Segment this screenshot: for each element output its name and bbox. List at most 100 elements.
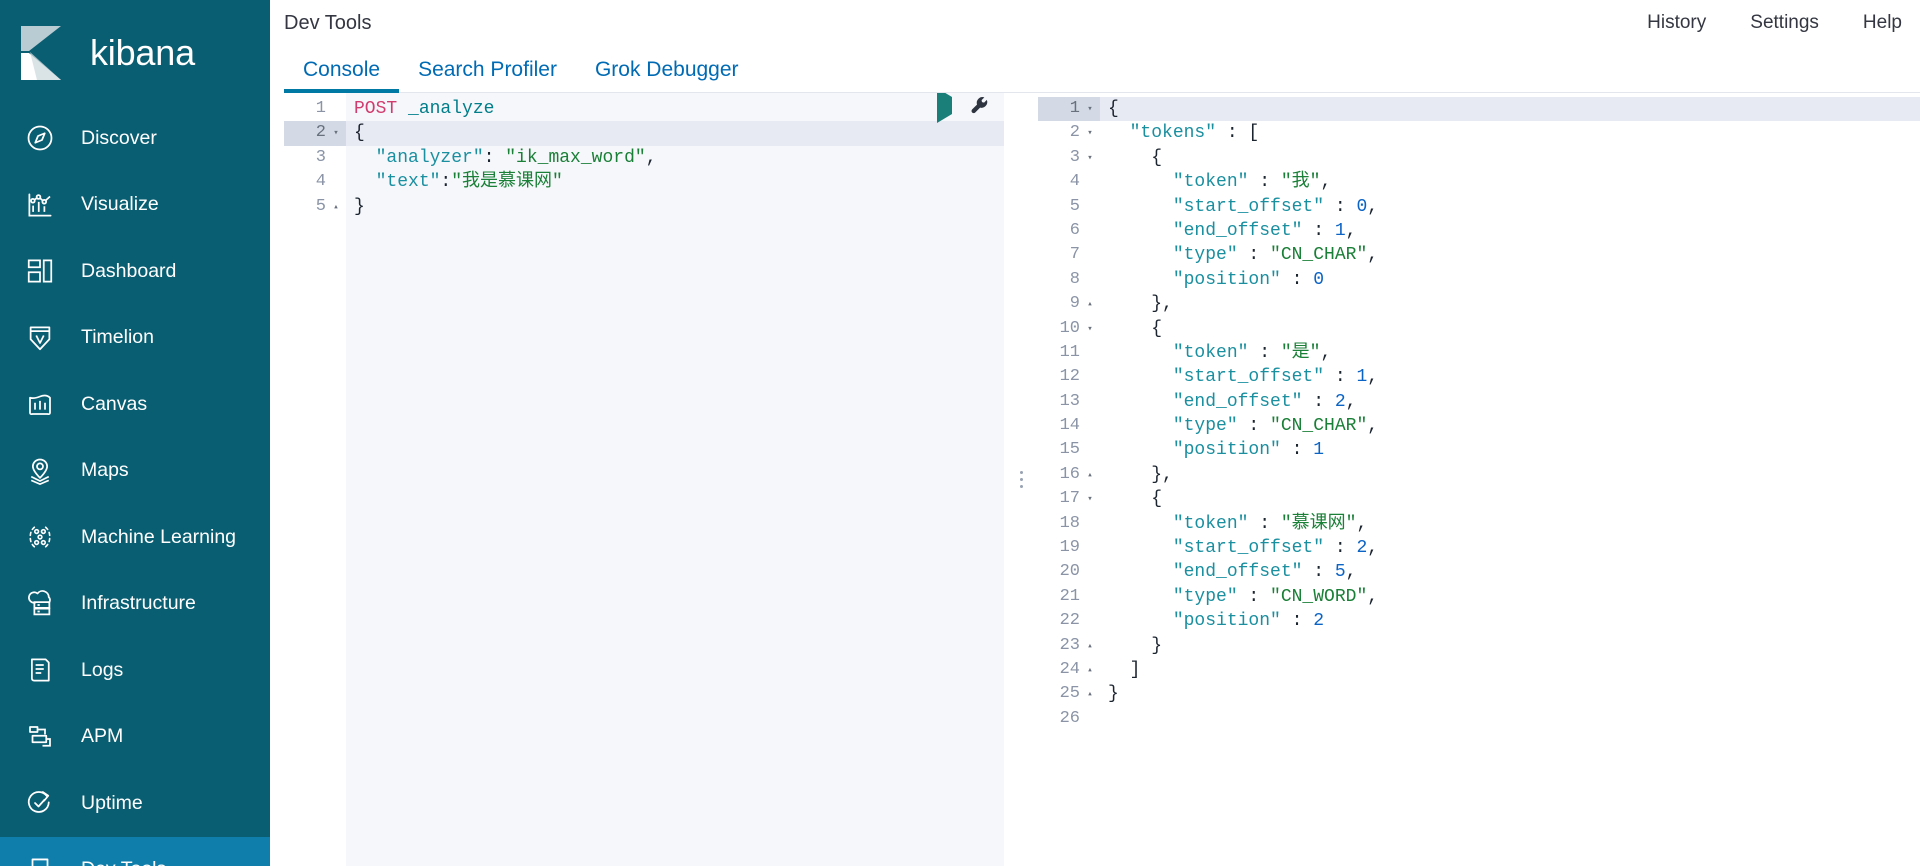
response-code[interactable]: { "tokens" : [ { "token" : "我", "start_o… <box>1100 93 1920 866</box>
line-number-value: 3 <box>1069 147 1080 167</box>
code-token: "start_offset" <box>1172 196 1325 217</box>
code-line: "type" : "CN_CHAR", <box>1100 243 1920 267</box>
code-token: "我" <box>1280 172 1321 193</box>
tab-search-profiler[interactable]: Search Profiler <box>399 58 576 93</box>
line-number: 13▾ <box>1038 390 1100 414</box>
fold-up-icon[interactable]: ▴ <box>1084 292 1096 316</box>
line-number: 16 ▴ <box>1038 463 1100 487</box>
code-token: 1 <box>1313 440 1325 461</box>
history-link[interactable]: History <box>1647 12 1706 34</box>
tab-label: Search Profiler <box>418 58 557 81</box>
code-token: { <box>354 123 365 144</box>
line-number: 14▾ <box>1038 414 1100 438</box>
code-token: : <box>483 147 506 168</box>
fold-down-icon[interactable]: ▾ <box>1084 317 1096 341</box>
page-title: Dev Tools <box>284 11 372 34</box>
fold-up-icon[interactable]: ▴ <box>1084 682 1096 706</box>
fold-up-icon[interactable]: ▴ <box>1084 634 1096 658</box>
line-number-value: 3 <box>315 147 326 167</box>
code-token: } <box>1108 684 1119 705</box>
canvas-icon <box>23 387 57 421</box>
fold-down-icon[interactable]: ▾ <box>1084 121 1096 145</box>
kibana-logo-icon <box>17 24 73 82</box>
brand[interactable]: kibana <box>0 0 270 105</box>
request-pane: 1▾2▾3▾4▾5▴ POST _analyze{ "analyzer": "i… <box>284 93 1004 866</box>
tab-label: Console <box>303 58 381 81</box>
sidebar-item-uptime[interactable]: Uptime <box>0 770 270 837</box>
sidebar-item-infrastructure[interactable]: Infrastructure <box>0 571 270 638</box>
drag-handle-icon[interactable] <box>1019 471 1023 488</box>
infra-icon <box>23 587 57 621</box>
line-number: 12▾ <box>1038 365 1100 389</box>
code-line: { <box>1100 97 1920 122</box>
code-line: } <box>346 195 1004 219</box>
sidebar-item-dashboard[interactable]: Dashboard <box>0 238 270 305</box>
line-number-value: 17 <box>1059 489 1080 509</box>
sidebar-item-maps[interactable]: Maps <box>0 438 270 505</box>
apm-icon <box>23 720 57 754</box>
line-number: 15▾ <box>1038 438 1100 462</box>
code-line: "token" : "我", <box>1100 170 1920 194</box>
sidebar-item-apm[interactable]: APM <box>0 704 270 771</box>
line-number: 6▾ <box>1038 219 1100 243</box>
code-token: , <box>1367 538 1379 559</box>
sidebar-item-dev-tools[interactable]: Dev Tools <box>0 836 270 866</box>
tab-console[interactable]: Console <box>284 58 400 93</box>
response-gutter: 1▾2▾3▾4▾5▾6▾7▾8▾9▴10▾11▾12▾13▾14▾15▾16▴1… <box>1038 93 1100 866</box>
fold-up-icon[interactable]: ▴ <box>330 195 342 219</box>
code-token: { <box>1108 147 1163 168</box>
code-token: : <box>1248 172 1281 193</box>
top-bar: Dev Tools History Settings Help <box>270 0 1920 46</box>
line-number-value: 23 <box>1059 635 1080 655</box>
code-token: : <box>1280 269 1314 290</box>
sidebar-item-timelion[interactable]: Timelion <box>0 305 270 372</box>
fold-down-icon[interactable]: ▾ <box>330 121 342 145</box>
line-number-value: 4 <box>315 172 326 192</box>
tab-grok-debugger[interactable]: Grok Debugger <box>576 58 758 93</box>
sidebar-item-logs[interactable]: Logs <box>0 637 270 704</box>
request-editor[interactable]: 1▾2▾3▾4▾5▴ POST _analyze{ "analyzer": "i… <box>284 93 1004 866</box>
code-token: { <box>1108 489 1163 510</box>
pane-resizer[interactable] <box>1004 93 1038 866</box>
wrench-icon <box>23 853 57 866</box>
code-line: POST _analyze <box>346 97 1004 121</box>
line-number-value: 21 <box>1059 586 1080 606</box>
sidebar-item-machine-learning[interactable]: Machine Learning <box>0 504 270 571</box>
sidebar-item-label: Logs <box>81 658 124 681</box>
sidebar-item-discover[interactable]: Discover <box>0 105 270 172</box>
request-settings-button[interactable] <box>970 96 990 116</box>
sidebar-item-label: Timelion <box>81 326 154 349</box>
sidebar-item-canvas[interactable]: Canvas <box>0 371 270 438</box>
line-number: 24 ▴ <box>1038 658 1100 682</box>
help-link[interactable]: Help <box>1863 12 1902 34</box>
settings-link[interactable]: Settings <box>1750 12 1819 34</box>
request-code[interactable]: POST _analyze{ "analyzer": "ik_max_word"… <box>346 93 1004 866</box>
code-token: : <box>1237 586 1271 607</box>
line-number-value: 12 <box>1059 367 1080 387</box>
line-number-value: 5 <box>1069 196 1080 216</box>
code-token: , <box>1356 513 1368 534</box>
line-number: 2 ▾ <box>284 121 346 146</box>
code-line: "end_offset" : 5, <box>1100 560 1920 584</box>
response-editor[interactable]: 1▾2▾3▾4▾5▾6▾7▾8▾9▴10▾11▾12▾13▾14▾15▾16▴1… <box>1038 93 1920 866</box>
fold-down-icon[interactable]: ▾ <box>1084 146 1096 170</box>
fold-up-icon[interactable]: ▴ <box>1084 658 1096 682</box>
sidebar-item-label: Dashboard <box>81 259 177 282</box>
code-token: : <box>1324 367 1357 388</box>
fold-up-icon[interactable]: ▴ <box>1084 463 1096 487</box>
code-token: { <box>1108 318 1163 339</box>
code-line: "token" : "是", <box>1100 341 1920 365</box>
fold-down-icon[interactable]: ▾ <box>1084 97 1096 121</box>
send-request-button[interactable] <box>937 93 952 123</box>
sidebar-item-visualize[interactable]: Visualize <box>0 172 270 239</box>
code-token: : <box>1248 342 1281 363</box>
line-number-value: 8 <box>1069 269 1080 289</box>
code-token: "token" <box>1172 513 1249 534</box>
response-pane: 1▾2▾3▾4▾5▾6▾7▾8▾9▴10▾11▾12▾13▾14▾15▾16▴1… <box>1038 93 1920 866</box>
fold-down-icon[interactable]: ▾ <box>1084 487 1096 511</box>
